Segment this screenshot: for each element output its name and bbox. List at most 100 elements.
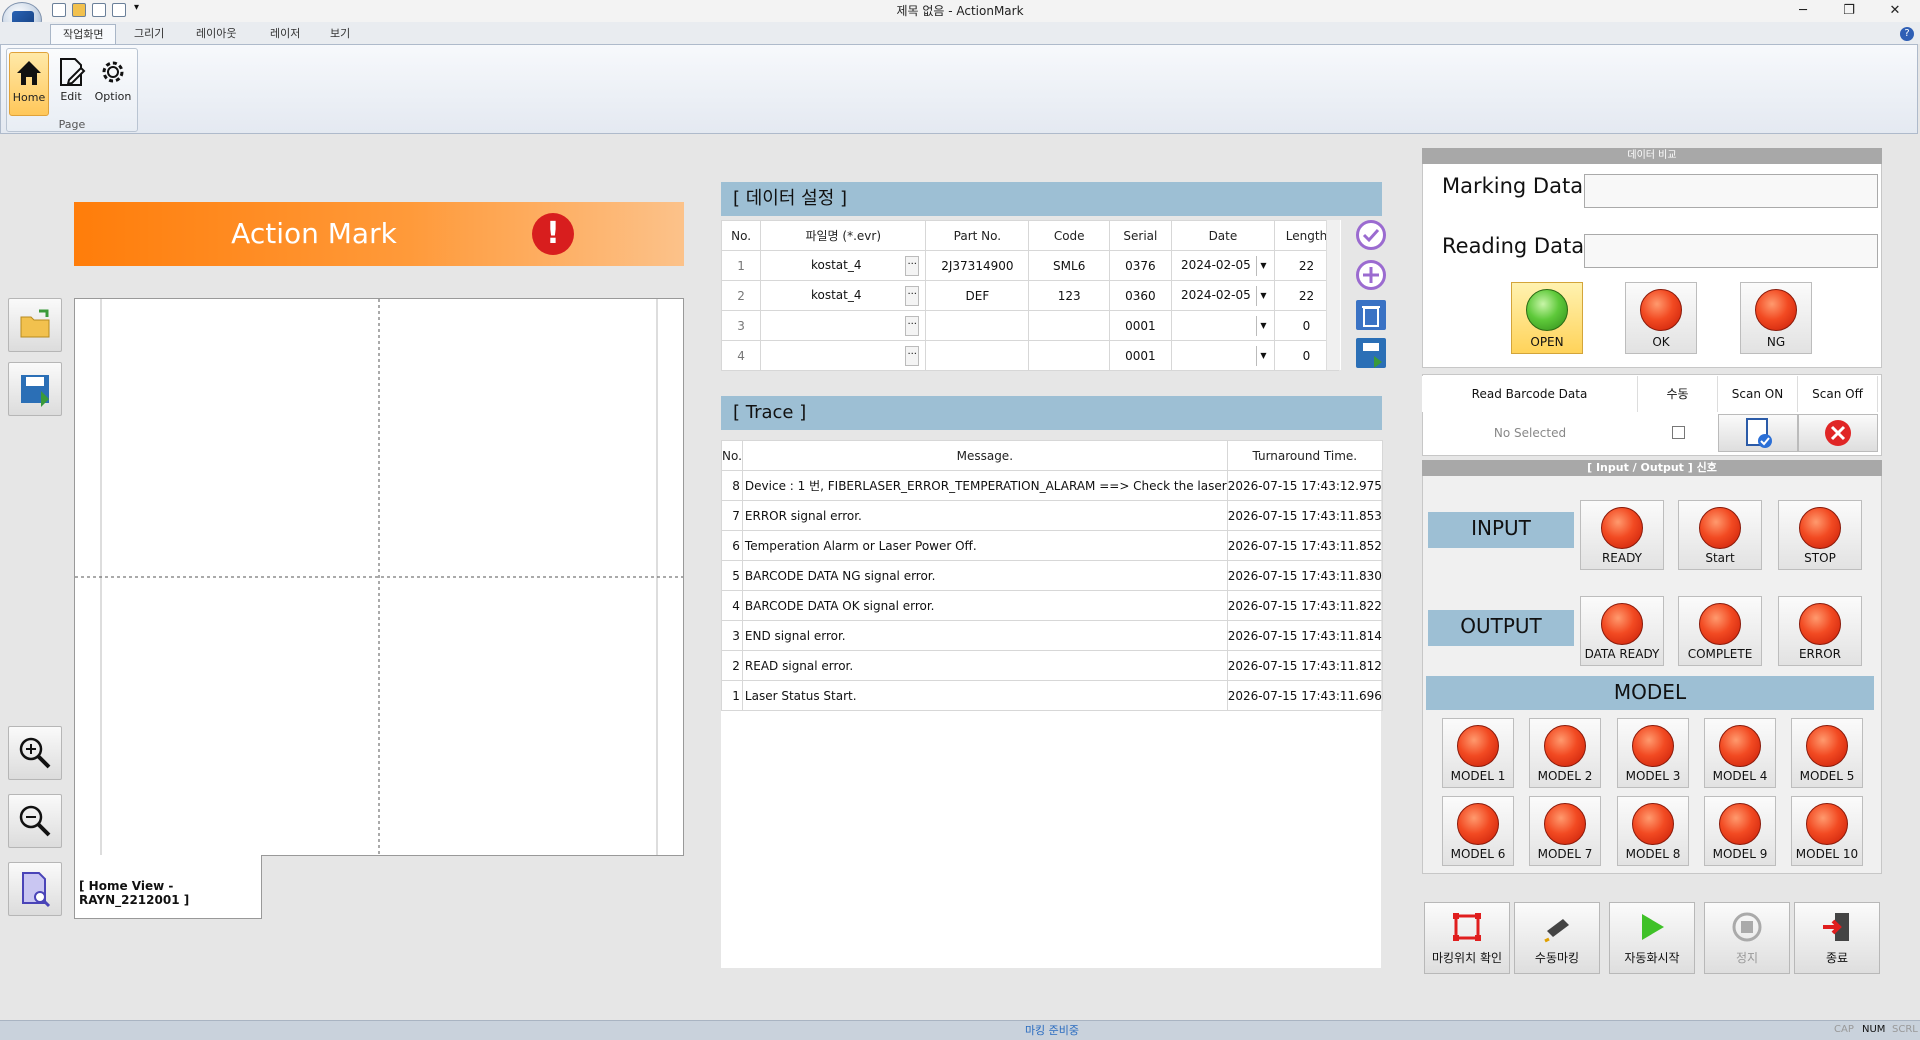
table-row[interactable]: 6 Temperation Alarm or Laser Power Off. 20…	[721, 530, 1383, 561]
table-row[interactable]: 1 Laser Status Start. 2026-07-15 17:43:11.…	[721, 680, 1383, 711]
table-row[interactable]: 2 READ signal error. 2026-07-15 17:43:11.8…	[721, 650, 1383, 681]
output-data-ready-lamp[interactable]: DATA READY	[1580, 596, 1664, 666]
model-4-lamp[interactable]: MODEL 4	[1704, 718, 1776, 788]
start-automation-button[interactable]: 자동화시작	[1609, 902, 1695, 974]
quick-access-dropdown-icon[interactable]: ▾	[134, 2, 139, 13]
cell-serial[interactable]: 0376	[1108, 250, 1172, 281]
tab-view[interactable]: 보기	[318, 24, 362, 44]
ng-lamp[interactable]: NG	[1740, 282, 1812, 354]
zoom-in-button[interactable]	[8, 726, 62, 780]
table-row[interactable]: 5 BARCODE DATA NG signal error. 2026-07-15…	[721, 560, 1383, 591]
ok-lamp[interactable]: OK	[1625, 282, 1697, 354]
delete-row-button[interactable]	[1356, 300, 1386, 330]
cell-file[interactable]: kostat_4 ···	[760, 280, 927, 311]
save-as-icon[interactable]	[112, 3, 126, 17]
check-marking-position-button[interactable]: 마킹위치 확인	[1424, 902, 1510, 974]
cell-code[interactable]	[1028, 310, 1110, 341]
browse-button[interactable]: ···	[905, 285, 920, 306]
save-data-button[interactable]	[1356, 338, 1386, 368]
model-1-lamp[interactable]: MODEL 1	[1442, 718, 1514, 788]
exit-button[interactable]: 종료	[1794, 902, 1880, 974]
input-ready-lamp[interactable]: READY	[1580, 500, 1664, 570]
table-row[interactable]: 8 Device : 1 번, FIBERLASER_ERROR_TEMPERAT…	[721, 470, 1383, 501]
model-2-lamp[interactable]: MODEL 2	[1529, 718, 1601, 788]
cell-serial[interactable]: 0001	[1108, 340, 1172, 371]
cell-code[interactable]: 123	[1028, 280, 1110, 311]
document-search-button[interactable]	[8, 862, 62, 916]
confirm-row-button[interactable]	[1356, 220, 1386, 250]
canvas-view-tab[interactable]: [ Home View - RAYN_2212001 ]	[74, 855, 262, 919]
restore-button[interactable]: ❐	[1826, 0, 1872, 22]
stop-button[interactable]: 정지	[1704, 902, 1790, 974]
open-folder-icon[interactable]	[72, 3, 86, 17]
alert-icon[interactable]: !	[532, 213, 574, 255]
minimize-button[interactable]: ─	[1780, 0, 1826, 22]
manual-checkbox[interactable]	[1672, 426, 1685, 439]
cell-part[interactable]	[925, 340, 1030, 371]
manual-marking-button[interactable]: 수동마킹	[1514, 902, 1600, 974]
table-row[interactable]: 2 kostat_4 ··· DEF 123 0360 2024-02-05 ▼ 2…	[720, 280, 1339, 311]
browse-button[interactable]: ···	[905, 255, 920, 276]
table-row[interactable]: 4 ··· 0001 ▼ 0	[720, 340, 1339, 371]
table-row[interactable]: 3 END signal error. 2026-07-15 17:43:11.81…	[721, 620, 1383, 651]
tab-workspace[interactable]: 작업화면	[50, 24, 117, 44]
cell-date[interactable]: ▼	[1170, 340, 1276, 371]
cell-serial[interactable]: 0001	[1108, 310, 1172, 341]
date-dropdown-icon[interactable]: ▼	[1255, 345, 1270, 366]
cell-file[interactable]: ···	[760, 310, 927, 341]
zoom-out-button[interactable]	[8, 794, 62, 848]
model-9-lamp[interactable]: MODEL 9	[1704, 796, 1776, 866]
cell-part[interactable]	[925, 310, 1030, 341]
tab-layout[interactable]: 레이아웃	[184, 24, 248, 44]
model-7-lamp[interactable]: MODEL 7	[1529, 796, 1601, 866]
cell-code[interactable]: SML6	[1028, 250, 1110, 281]
cell-date[interactable]: 2024-02-05 ▼	[1170, 280, 1276, 311]
scan-on-button[interactable]	[1718, 414, 1798, 452]
reading-data-field[interactable]	[1584, 234, 1878, 268]
option-button[interactable]: Option	[93, 52, 133, 116]
close-button[interactable]: ✕	[1872, 0, 1918, 22]
date-dropdown-icon[interactable]: ▼	[1255, 285, 1270, 306]
help-icon[interactable]: ?	[1900, 27, 1914, 41]
browse-button[interactable]: ···	[905, 345, 920, 366]
model-10-lamp[interactable]: MODEL 10	[1791, 796, 1863, 866]
scan-off-button[interactable]	[1798, 414, 1878, 452]
cell-date[interactable]: 2024-02-05 ▼	[1170, 250, 1276, 281]
cell-part[interactable]: DEF	[925, 280, 1030, 311]
cell-part[interactable]: 2J37314900	[925, 250, 1030, 281]
model-6-lamp[interactable]: MODEL 6	[1442, 796, 1514, 866]
save-file-button[interactable]	[8, 362, 62, 416]
table-row[interactable]: 3 ··· 0001 ▼ 0	[720, 310, 1339, 341]
table-row[interactable]: 7 ERROR signal error. 2026-07-15 17:43:11.…	[721, 500, 1383, 531]
output-complete-lamp[interactable]: COMPLETE	[1678, 596, 1762, 666]
model-3-lamp[interactable]: MODEL 3	[1617, 718, 1689, 788]
open-button[interactable]: OPEN	[1511, 282, 1583, 354]
cell-code[interactable]	[1028, 340, 1110, 371]
open-file-button[interactable]	[8, 298, 62, 352]
model-8-lamp[interactable]: MODEL 8	[1617, 796, 1689, 866]
input-stop-lamp[interactable]: STOP	[1778, 500, 1862, 570]
marking-canvas[interactable]	[74, 298, 684, 856]
cell-serial[interactable]: 0360	[1108, 280, 1172, 311]
browse-button[interactable]: ···	[905, 315, 920, 336]
add-row-button[interactable]	[1356, 260, 1386, 290]
input-start-lamp[interactable]: Start	[1678, 500, 1762, 570]
save-icon[interactable]	[92, 3, 106, 17]
cell-file[interactable]: ···	[760, 340, 927, 371]
edit-button[interactable]: Edit	[51, 52, 91, 116]
table-row[interactable]: 1 kostat_4 ··· 2J37314900 SML6 0376 2024-…	[720, 250, 1339, 281]
new-file-icon[interactable]	[52, 3, 66, 17]
tab-laser[interactable]: 레이저	[258, 24, 312, 44]
table-row[interactable]: 4 BARCODE DATA OK signal error. 2026-07-15…	[721, 590, 1383, 621]
marking-data-field[interactable]	[1584, 174, 1878, 208]
output-error-lamp[interactable]: ERROR	[1778, 596, 1862, 666]
tab-draw[interactable]: 그리기	[122, 24, 176, 44]
date-dropdown-icon[interactable]: ▼	[1255, 315, 1270, 336]
cell-date[interactable]: ▼	[1170, 310, 1276, 341]
home-button[interactable]: Home	[9, 52, 49, 116]
cell-file[interactable]: kostat_4 ···	[760, 250, 927, 281]
model-5-lamp[interactable]: MODEL 5	[1791, 718, 1863, 788]
date-dropdown-icon[interactable]: ▼	[1255, 255, 1270, 276]
reading-data-label: Reading Data	[1442, 234, 1585, 258]
data-table-scrollbar[interactable]	[1326, 220, 1340, 370]
